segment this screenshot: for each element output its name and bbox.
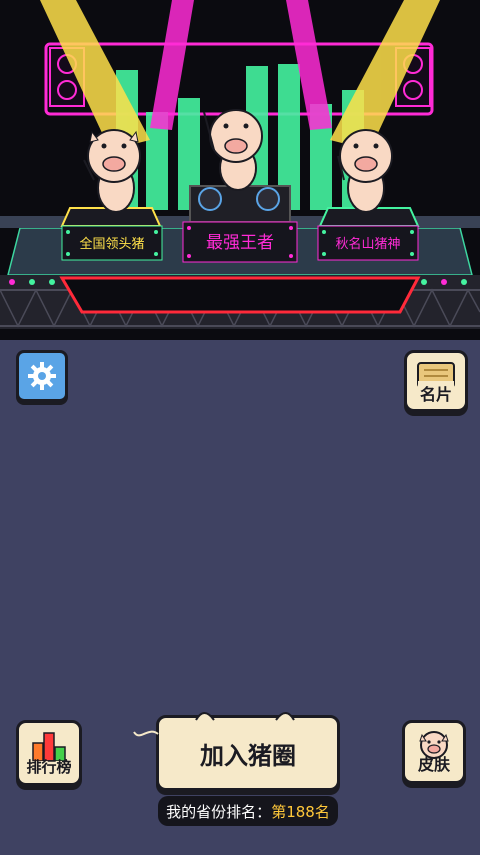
left-podium-label: 全国领头猪 bbox=[79, 236, 144, 252]
rank-prefix: 我的省份排名： bbox=[166, 802, 272, 821]
center-podium: 最强王者 bbox=[182, 185, 298, 263]
dj-stage-scene: 全国领头猪 最强王者 秋名山猪神 bbox=[0, 0, 480, 340]
leaderboard-button[interactable]: 排行榜 bbox=[16, 720, 82, 786]
join-pig-circle-button[interactable]: 加入猪圈 bbox=[156, 715, 340, 791]
card-button[interactable]: 名片 bbox=[404, 350, 468, 412]
gear-icon bbox=[28, 362, 56, 390]
province-rank-badge: 我的省份排名： 第188名 bbox=[158, 796, 338, 826]
skin-button[interactable]: 皮肤 bbox=[402, 720, 466, 784]
skin-label: 皮肤 bbox=[417, 755, 450, 774]
settings-button[interactable] bbox=[16, 350, 68, 402]
leaderboard-label: 排行榜 bbox=[26, 758, 72, 776]
left-podium: 全国领头猪 bbox=[60, 207, 163, 261]
right-podium-label: 秋名山猪神 bbox=[335, 236, 400, 252]
join-label: 加入猪圈 bbox=[200, 741, 296, 770]
pig-tail-decoration bbox=[133, 730, 159, 737]
center-podium-label: 最强王者 bbox=[206, 233, 274, 253]
pig-ears-decoration bbox=[195, 712, 295, 721]
card-label: 名片 bbox=[417, 381, 454, 405]
rank-value: 第188名 bbox=[271, 802, 330, 821]
right-podium: 秋名山猪神 bbox=[317, 207, 420, 261]
